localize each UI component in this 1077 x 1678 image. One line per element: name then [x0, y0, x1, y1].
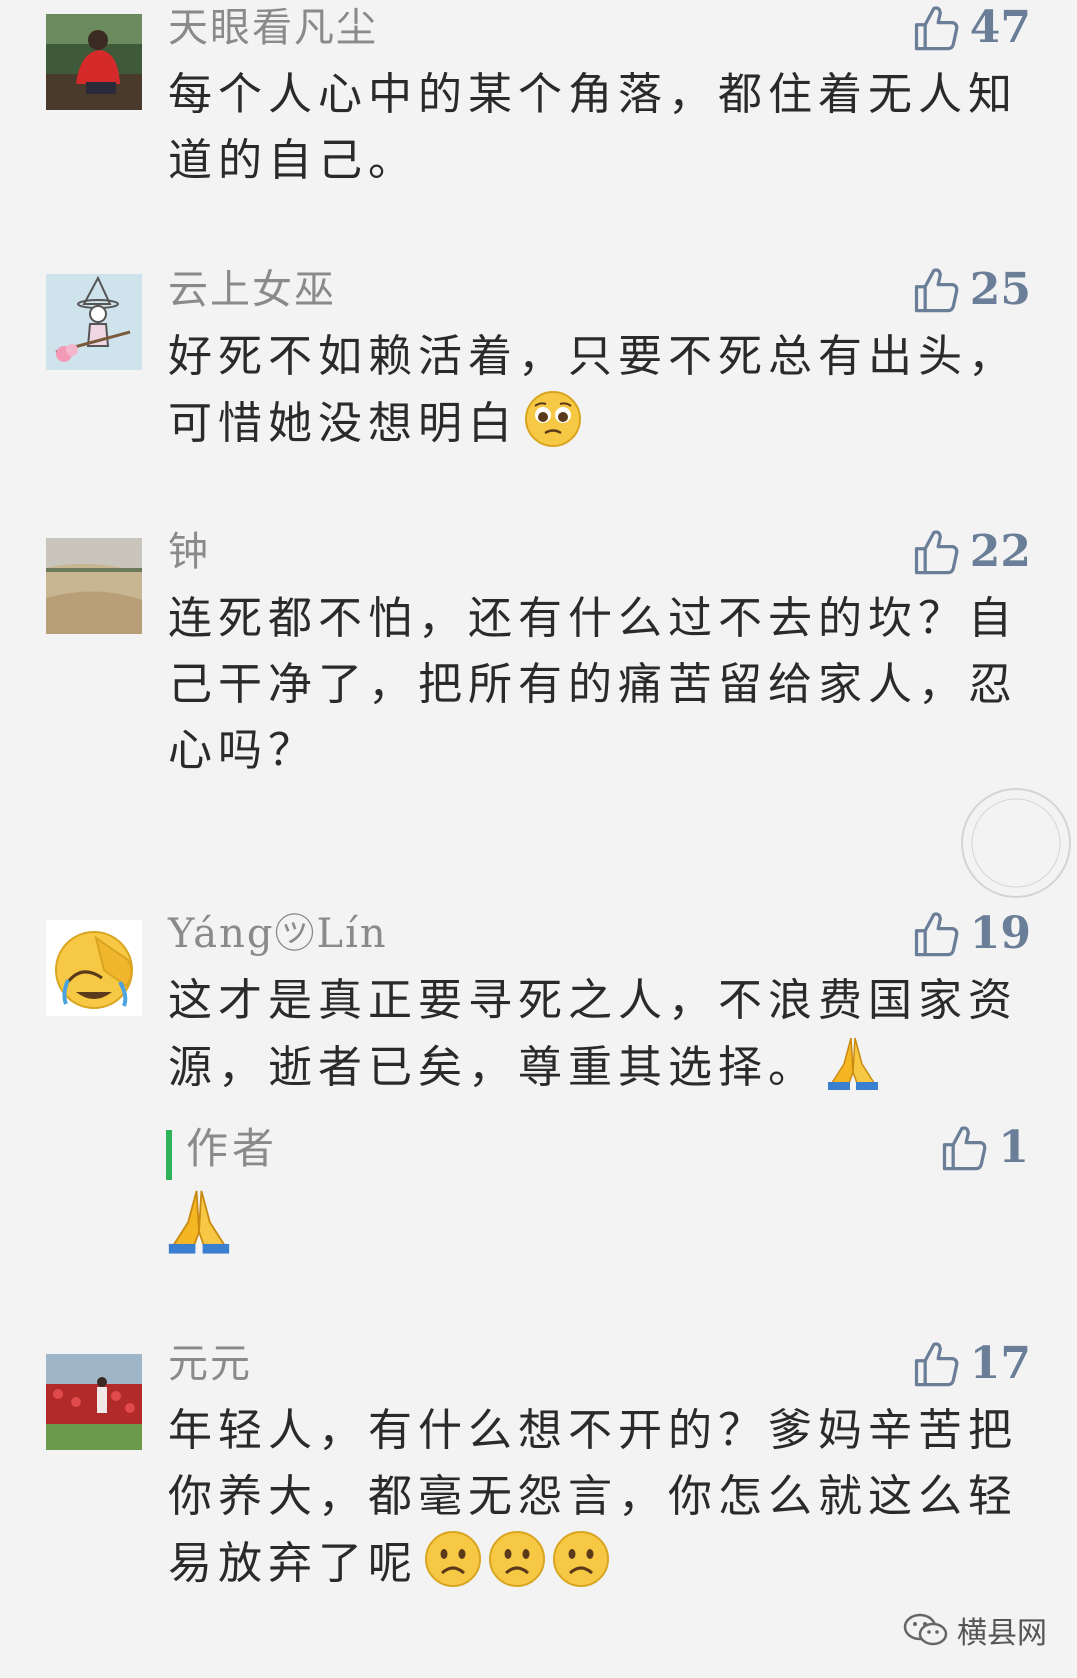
- thumbs-up-icon: [914, 1342, 959, 1387]
- like-count: 22: [969, 526, 1031, 577]
- comment-text-content: 连死都不怕，还有什么过不去的坎？自己干净了，把所有的痛苦留给家人，忍心吗？: [168, 593, 1018, 776]
- commenter-name[interactable]: 钟: [168, 528, 210, 576]
- commenter-name[interactable]: 天眼看凡尘: [168, 4, 378, 52]
- thumbs-up-icon: [914, 912, 959, 957]
- footer-brand-label: 横县网: [957, 1616, 1047, 1651]
- thumbs-up-icon: [914, 268, 959, 313]
- commenter-name[interactable]: Yáng㋡Lín: [168, 910, 388, 958]
- desert-dune-avatar-icon: [46, 538, 142, 634]
- commenter-name[interactable]: 云上女巫: [168, 266, 336, 314]
- comment-text-content: 这才是真正要寻死之人，不浪费国家资源，逝者已矣，尊重其选择。: [168, 975, 1018, 1093]
- like-count: 1: [998, 1122, 1029, 1173]
- frowning-face-emoji-icon: [424, 1530, 482, 1588]
- comment-text: 连死都不怕，还有什么过不去的坎？自己干净了，把所有的痛苦留给家人，忍心吗？: [168, 586, 1018, 784]
- wechat-icon: [903, 1613, 948, 1646]
- thumbs-up-icon: [914, 530, 959, 575]
- comment-text: 这才是真正要寻死之人，不浪费国家资源，逝者已矣，尊重其选择。: [168, 968, 1018, 1101]
- reply-like-button[interactable]: 1: [938, 1120, 1029, 1176]
- frowning-face-emoji-icon: [552, 1530, 610, 1588]
- like-count: 19: [969, 908, 1031, 959]
- like-count: 47: [969, 2, 1031, 53]
- reply-author[interactable]: 作者: [186, 1124, 278, 1174]
- person-in-red-avatar-icon: [46, 14, 142, 110]
- thumbs-up-icon: [914, 6, 959, 51]
- like-button[interactable]: 19: [910, 906, 1031, 962]
- comment-text-content: 每个人心中的某个角落，都住着无人知道的自己。: [168, 69, 1018, 186]
- reply-indicator: [166, 1130, 172, 1180]
- footer-brand: 横县网: [903, 1608, 1047, 1652]
- reply-text: [164, 1186, 234, 1256]
- comment-text: 好死不如赖活着，只要不死总有出头，可惜她没想明白: [168, 324, 1018, 457]
- comment-text-content: 好死不如赖活着，只要不死总有出头，可惜她没想明白: [168, 331, 1018, 449]
- like-button[interactable]: 22: [910, 524, 1031, 580]
- like-button[interactable]: 25: [910, 262, 1031, 318]
- like-button[interactable]: 17: [910, 1336, 1031, 1392]
- facepalm-emoji-avatar-icon: [46, 920, 142, 1016]
- like-button[interactable]: 47: [910, 0, 1031, 56]
- avatar[interactable]: [46, 920, 142, 1016]
- like-count: 25: [969, 264, 1031, 315]
- frowning-face-emoji-icon: [488, 1530, 546, 1588]
- pleading-face-emoji-icon: [524, 390, 582, 448]
- like-count: 17: [969, 1338, 1031, 1389]
- avatar[interactable]: [46, 1354, 142, 1450]
- avatar[interactable]: [46, 14, 142, 110]
- witch-drawing-avatar-icon: [46, 274, 142, 370]
- folded-hands-emoji-icon: [824, 1034, 882, 1092]
- flower-garden-avatar-icon: [46, 1354, 142, 1450]
- commenter-name[interactable]: 元元: [168, 1340, 252, 1388]
- folded-hands-emoji-icon: [164, 1186, 234, 1256]
- comment-text: 每个人心中的某个角落，都住着无人知道的自己。: [168, 62, 1018, 194]
- avatar[interactable]: [46, 274, 142, 370]
- watermark-logo: [958, 785, 1074, 901]
- comment-text: 年轻人，有什么想不开的？爹妈辛苦把你养大，都毫无怨言，你怎么就这么轻易放弃了呢: [168, 1398, 1018, 1597]
- thumbs-up-icon: [943, 1126, 987, 1171]
- avatar[interactable]: [46, 538, 142, 634]
